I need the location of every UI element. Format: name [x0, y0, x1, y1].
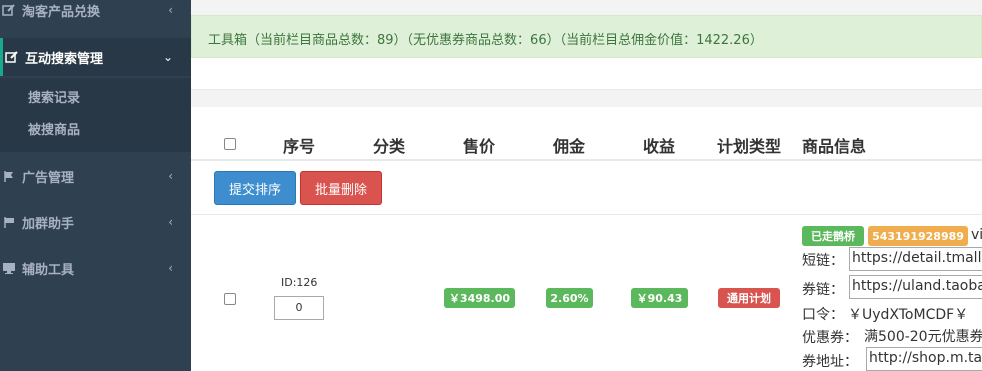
sign-icon: [4, 171, 13, 182]
sidebar-submenu: 搜索记录 被搜商品: [0, 78, 191, 152]
flag-icon: [4, 217, 14, 228]
coupon-address-label: 券地址：: [802, 354, 858, 370]
chevron-left-icon: ‹: [168, 3, 173, 17]
toolbox-panel: [191, 58, 982, 90]
sidebar-item-label: 辅助工具: [22, 262, 75, 278]
column-header-product-info: 商品信息: [802, 137, 867, 156]
table-header: 序号 分类 售价 佣金 收益 计划类型 商品信息: [191, 125, 982, 161]
chevron-left-icon: ‹: [168, 261, 173, 275]
commission-badge: 2.60%: [546, 288, 593, 308]
coupon-link-label: 券链：: [802, 282, 844, 298]
submit-sort-button[interactable]: 提交排序: [214, 171, 296, 205]
column-header-commission: 佣金: [553, 137, 586, 156]
chevron-down-icon: ⌄: [162, 50, 173, 64]
sidebar-item-label: 广告管理: [22, 170, 75, 186]
select-all-checkbox[interactable]: [224, 138, 236, 150]
row-divider: [191, 214, 982, 215]
plan-type-badge: 通用计划: [718, 288, 780, 308]
sidebar-item-taoke-exchange[interactable]: 淘客产品兑换 ‹: [0, 0, 191, 20]
column-header-category: 分类: [373, 137, 406, 156]
coupon-value: 满500-20元优惠券: [864, 324, 982, 348]
price-badge: ￥3498.00: [444, 288, 515, 308]
sort-order-input[interactable]: 0: [274, 296, 324, 320]
edit-icon: [5, 51, 18, 63]
token-value: ￥UydXToMCDF￥: [848, 307, 969, 323]
product-table-panel: 序号 分类 售价 佣金 收益 计划类型 商品信息 提交排序 批量删除 ID:12…: [191, 107, 982, 371]
column-header-price: 售价: [463, 137, 496, 156]
sidebar-subitem-searched-products[interactable]: 被搜商品: [28, 119, 80, 138]
sidebar-item-ads[interactable]: 广告管理 ‹: [0, 166, 191, 186]
chevron-left-icon: ‹: [168, 169, 173, 183]
sidebar-item-tools[interactable]: 辅助工具 ‹: [0, 258, 191, 278]
main-content: 工具箱（当前栏目商品总数：89）（无优惠券商品总数：66）（当前栏目总佣金价值：…: [191, 0, 982, 371]
sidebar-item-label: 加群助手: [22, 216, 75, 232]
edit-icon: [2, 4, 15, 16]
short-link-field[interactable]: https://detail.tmall.c: [849, 247, 982, 271]
coupon-label: 优惠券：: [802, 330, 858, 346]
coupon-address-field[interactable]: http://shop.m.taob: [866, 347, 982, 371]
bridge-tag: 已走鹊桥: [802, 226, 864, 246]
row-id: ID:126: [281, 276, 318, 289]
item-extra-text: vi: [971, 227, 982, 243]
chevron-left-icon: ‹: [168, 215, 173, 229]
coupon-link-field[interactable]: https://uland.taobao: [849, 275, 982, 299]
item-id-tag: 543191928989: [868, 226, 968, 246]
sidebar-item-label: 互动搜索管理: [25, 51, 104, 67]
desktop-icon: [3, 263, 15, 274]
sidebar-item-label: 淘客产品兑换: [22, 4, 101, 20]
income-badge: ￥90.43: [631, 288, 688, 308]
column-header-income: 收益: [643, 137, 676, 156]
summary-alert: 工具箱（当前栏目商品总数：89）（无优惠券商品总数：66）（当前栏目总佣金价值：…: [191, 15, 982, 58]
sidebar-subitem-search-records[interactable]: 搜索记录: [28, 87, 80, 106]
sidebar-item-search-manage[interactable]: 互动搜索管理 ⌄: [0, 38, 191, 76]
sidebar: 淘客产品兑换 ‹ 互动搜索管理 ⌄ 搜索记录 被搜商品 广告管理 ‹ 加群助手 …: [0, 0, 191, 371]
sidebar-item-group-helper[interactable]: 加群助手 ‹: [0, 212, 191, 232]
short-link-label: 短链：: [802, 253, 844, 269]
column-header-plan-type: 计划类型: [717, 137, 782, 156]
column-header-index: 序号: [283, 137, 316, 156]
token-label: 口令：: [802, 307, 844, 323]
batch-delete-button[interactable]: 批量删除: [300, 171, 382, 205]
row-checkbox[interactable]: [224, 293, 236, 305]
